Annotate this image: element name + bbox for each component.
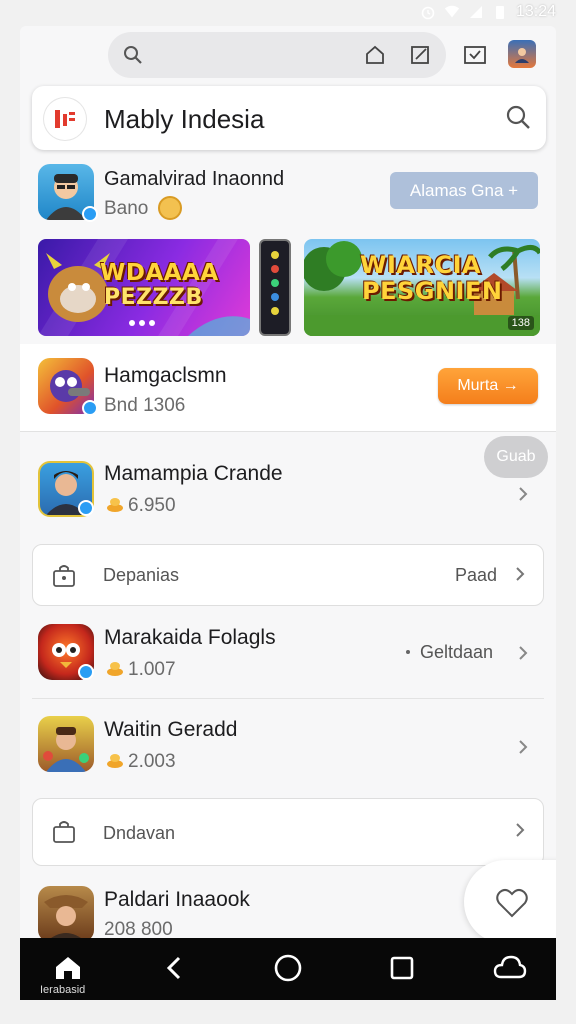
list-card-label: Depanias [103, 565, 180, 585]
search-icon[interactable] [120, 42, 146, 68]
chevron-right-icon[interactable] [516, 740, 530, 754]
banner-2-title: WIARCIA [360, 251, 482, 279]
alarm-icon [420, 4, 436, 20]
browser-search-pill[interactable] [108, 32, 446, 78]
list-item-action[interactable]: Geltdaan [420, 642, 493, 663]
status-time: 13:24 [515, 3, 556, 20]
battery-icon [492, 4, 508, 20]
bag-icon [53, 821, 75, 843]
nav-home-circle[interactable] [268, 948, 308, 988]
chevron-right-icon[interactable] [513, 823, 527, 837]
top-bar [20, 26, 556, 86]
favorite-button[interactable] [464, 860, 556, 944]
profile-name: Gamalvirad Inaonnd [104, 168, 285, 190]
wifi-icon [444, 4, 460, 20]
profile-subtitle: Bano [104, 198, 149, 219]
signal-icon [468, 4, 484, 20]
coin-icon [158, 196, 182, 220]
list-item-avatar[interactable] [38, 716, 94, 772]
list-item-title: Waitin Geradd [104, 718, 238, 741]
list-item-avatar[interactable] [38, 886, 94, 942]
coin-stack-icon [106, 752, 124, 768]
list-card[interactable]: Dndavan [32, 798, 544, 866]
banner-1-subtitle: PEZZZB [104, 285, 203, 310]
list-item-badge-icon [78, 664, 94, 680]
cloud-icon [493, 955, 527, 979]
banner-2-subtitle: PESGNIEN [362, 277, 503, 305]
list-item-value: 2.003 [128, 751, 176, 772]
nav-home[interactable] [48, 948, 88, 988]
follow-button[interactable]: Alamas Gna + [390, 172, 538, 209]
home-outline-icon[interactable] [362, 42, 388, 68]
home-circle-icon [274, 954, 302, 982]
app-logo-icon [44, 98, 86, 140]
promo-banner-2[interactable]: WIARCIA PESGNIEN 138 [304, 239, 540, 336]
featured-subtitle: Bnd 1306 [104, 395, 186, 416]
home-icon [56, 957, 80, 979]
app-header-card: Mably Indesia [32, 86, 546, 150]
promo-banner-1[interactable]: WDAAAA PEZZZB [38, 239, 250, 336]
back-icon [166, 956, 181, 980]
list-card-label: Dndavan [103, 823, 176, 843]
search-icon[interactable] [504, 103, 532, 136]
app-screen: Mably Indesia Gamalvirad Inaonnd Bano Al… [20, 26, 556, 1000]
heart-icon [496, 888, 528, 918]
list-item-title: Mamampia Crande [104, 462, 283, 485]
nav-home-label: Ierabasid [40, 984, 86, 996]
featured-badge-icon [82, 400, 98, 416]
list-item-title: Marakaida Folagls [104, 626, 276, 649]
inbox-icon[interactable] [462, 42, 488, 68]
bullet-dot [406, 650, 410, 654]
recents-icon [390, 956, 414, 980]
status-bar: 13:24 [0, 0, 576, 24]
bag-icon [53, 565, 75, 587]
featured-action-button[interactable]: Murta → [438, 368, 538, 404]
chevron-right-icon[interactable] [516, 487, 530, 501]
verified-badge-icon [82, 206, 98, 222]
nav-back[interactable] [154, 948, 194, 988]
featured-title: Hamgaclsmn [104, 364, 227, 387]
banner-1-title: WDAAAA [100, 260, 219, 286]
floating-chip[interactable]: Guab [484, 436, 548, 478]
list-item-value: 1.007 [128, 659, 176, 680]
list-item-badge-icon [78, 500, 94, 516]
edit-icon[interactable] [407, 42, 433, 68]
list-card[interactable]: Depanias Paad [32, 544, 544, 606]
nav-extra[interactable] [490, 948, 530, 988]
list-item-title: Paldari Inaaook [104, 888, 250, 911]
coin-stack-icon [106, 496, 124, 512]
app-title: Mably Indesia [104, 104, 265, 134]
divider [32, 698, 544, 699]
list-item-value: 6.950 [128, 495, 176, 516]
nav-recents[interactable] [382, 948, 422, 988]
bottom-nav: Ierabasid [20, 938, 556, 1000]
banner-2-tag: 138 [507, 316, 534, 330]
list-card-action[interactable]: Paad [455, 565, 497, 586]
chevron-right-icon[interactable] [513, 567, 527, 581]
profile-avatar-icon[interactable] [508, 40, 536, 68]
phone-thumbnail[interactable] [259, 239, 291, 336]
chevron-right-icon[interactable] [516, 646, 530, 660]
coin-stack-icon [106, 660, 124, 676]
